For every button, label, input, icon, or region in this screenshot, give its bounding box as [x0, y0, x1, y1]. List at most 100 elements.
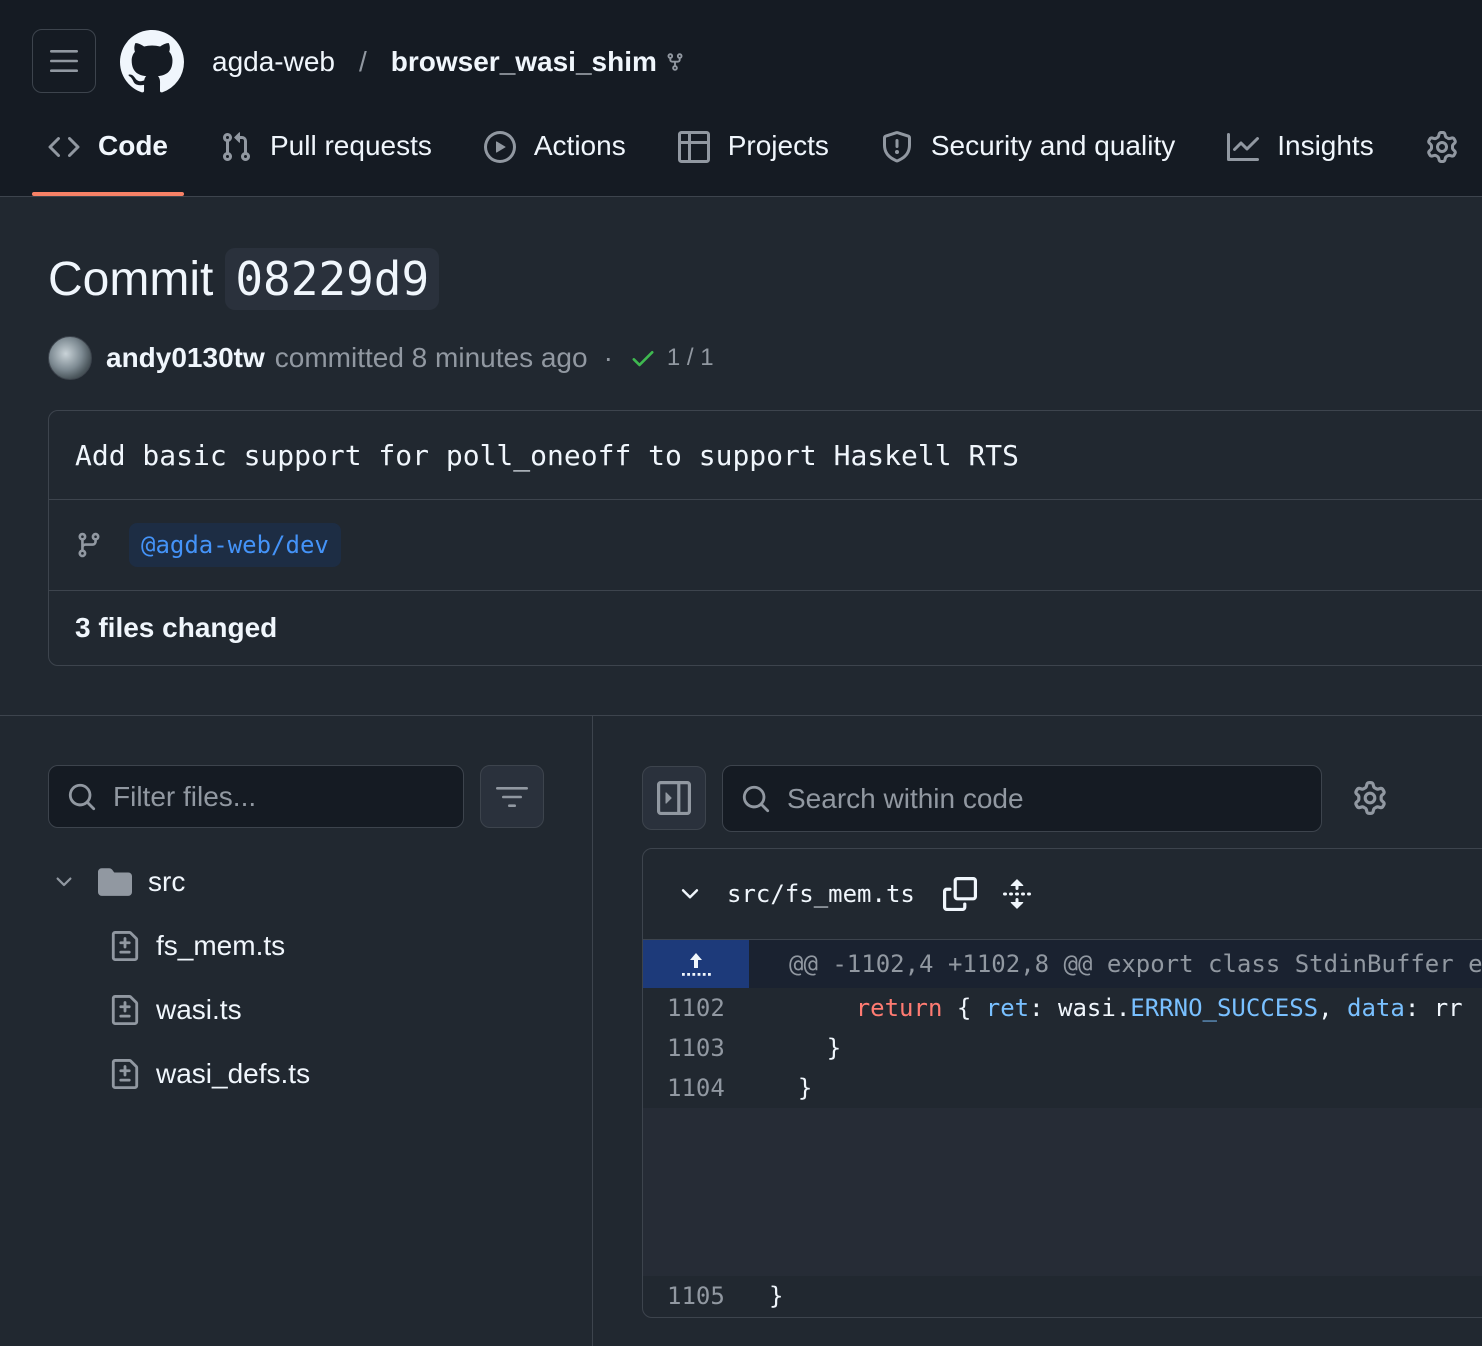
expand-up-icon — [682, 953, 711, 976]
branch-row: @agda-web/dev — [49, 500, 1482, 591]
code-property: ret — [985, 994, 1030, 1022]
filter-files-input[interactable] — [113, 780, 413, 813]
search-within-code-input[interactable] — [787, 782, 1287, 815]
code-icon — [48, 131, 80, 163]
chevron-down-icon[interactable] — [677, 881, 703, 907]
tab-pull-requests[interactable]: Pull requests — [204, 118, 448, 196]
sidebar-collapse-icon — [657, 781, 691, 815]
file-tree: src fs_mem.ts wasi.ts wasi_defs.ts — [48, 850, 310, 1106]
expand-up-button[interactable] — [643, 940, 749, 988]
table-icon — [677, 131, 710, 163]
commit-details-box: Add basic support for poll_oneoff to sup… — [48, 410, 1482, 666]
search-icon — [67, 782, 97, 812]
copy-icon[interactable] — [942, 877, 977, 911]
code-text: : rr — [1404, 994, 1463, 1022]
commit-message: Add basic support for poll_oneoff to sup… — [49, 411, 1482, 500]
tree-file-wasi-defs[interactable]: wasi_defs.ts — [48, 1042, 310, 1106]
page-title: Commit 08229d9 — [48, 248, 440, 310]
diff-hunk-header: @@ -1102,4 +1102,8 @@ export class Stdin… — [643, 940, 1482, 988]
tab-label: Actions — [533, 130, 626, 161]
author-link[interactable]: andy0130tw — [106, 342, 265, 374]
line-number[interactable]: 1102 — [643, 994, 749, 1022]
tab-actions[interactable]: Actions — [468, 118, 642, 196]
diff-file-path[interactable]: src/fs_mem.ts — [727, 880, 915, 908]
diff-line: 1102 return { ret: wasi.ERRNO_SUCCESS, d… — [643, 988, 1482, 1028]
file-name: wasi_defs.ts — [156, 1058, 311, 1089]
graph-icon — [1227, 131, 1260, 163]
tab-code[interactable]: Code — [32, 118, 184, 196]
folder-name: src — [148, 866, 186, 897]
breadcrumb: agda-web / browser_wasi_shim — [212, 40, 685, 84]
section-divider — [0, 715, 1482, 716]
file-diff: src/fs_mem.ts @@ -1102,4 +1102,8 @@ expo… — [642, 848, 1482, 1318]
filter-files-field[interactable] — [48, 765, 464, 828]
tab-settings[interactable] — [1410, 118, 1458, 196]
branch-link[interactable]: @agda-web/dev — [129, 523, 341, 567]
hamburger-menu-button[interactable] — [32, 29, 96, 93]
code-content: } — [769, 1074, 813, 1102]
tab-insights[interactable]: Insights — [1211, 118, 1390, 196]
repo-nav-tabs: Code Pull requests Actions Projects Secu… — [32, 118, 1458, 196]
diff-line: 1103 } — [643, 1028, 1482, 1068]
toggle-file-tree-button[interactable] — [642, 766, 706, 830]
repo-header: agda-web / browser_wasi_shim Code Pull r… — [0, 0, 1482, 197]
tab-label: Code — [98, 130, 168, 161]
git-pull-request-icon — [220, 131, 252, 163]
file-diff-icon — [110, 1058, 140, 1090]
tree-folder-src[interactable]: src — [48, 850, 310, 914]
repo-name-link[interactable]: browser_wasi_shim — [391, 46, 657, 78]
hamburger-icon — [50, 50, 78, 72]
line-number[interactable]: 1105 — [643, 1282, 749, 1310]
github-logo-icon[interactable] — [120, 30, 184, 94]
tab-security[interactable]: Security and quality — [865, 118, 1191, 196]
diff-file-header: src/fs_mem.ts — [643, 849, 1482, 940]
tree-file-wasi[interactable]: wasi.ts — [48, 978, 310, 1042]
code-property: data — [1347, 994, 1405, 1022]
breadcrumb-separator: / — [358, 46, 367, 77]
tab-projects[interactable]: Projects — [662, 118, 845, 196]
commit-title-prefix: Commit — [48, 252, 214, 306]
chevron-down-icon[interactable] — [52, 870, 76, 894]
search-within-code-field[interactable] — [722, 765, 1322, 832]
code-constant: ERRNO_SUCCESS — [1130, 994, 1319, 1022]
avatar[interactable] — [48, 336, 92, 380]
filter-icon — [496, 786, 528, 807]
code-content: } — [769, 1282, 784, 1310]
code-text: : wasi. — [1029, 994, 1131, 1022]
files-changed-count: 3 files changed — [75, 612, 278, 643]
code-keyword: return — [855, 994, 943, 1022]
line-number[interactable]: 1104 — [643, 1074, 749, 1102]
checks-status[interactable]: 1 / 1 — [667, 344, 714, 372]
code-content: return { ret: wasi.ERRNO_SUCCESS, data: … — [749, 994, 1463, 1022]
code-text: , — [1318, 994, 1348, 1022]
file-name: fs_mem.ts — [156, 930, 286, 961]
shield-icon — [881, 131, 913, 163]
gear-icon — [1354, 781, 1386, 815]
commit-meta: andy0130tw committed 8 minutes ago · 1 /… — [48, 336, 714, 380]
diff-line: 1104 } — [643, 1068, 1482, 1108]
meta-separator: · — [603, 342, 613, 373]
tab-label: Insights — [1277, 130, 1374, 161]
tree-file-fs-mem[interactable]: fs_mem.ts — [48, 914, 310, 978]
unfold-icon[interactable] — [1001, 877, 1033, 911]
repo-owner-link[interactable]: agda-web — [212, 46, 335, 78]
file-name: wasi.ts — [156, 994, 242, 1025]
code-text: { — [942, 994, 986, 1022]
tab-label: Security and quality — [930, 130, 1176, 161]
tab-label: Pull requests — [270, 130, 432, 161]
file-diff-icon — [110, 930, 140, 962]
repo-forked-icon — [665, 50, 685, 74]
check-icon[interactable] — [629, 344, 657, 372]
file-tree-divider[interactable] — [592, 716, 593, 1346]
committed-time: committed 8 minutes ago — [274, 342, 588, 373]
diff-loading-gap — [643, 1108, 1482, 1276]
gear-icon — [1426, 131, 1458, 163]
file-diff-icon — [110, 994, 140, 1026]
diff-line: 1105 } — [643, 1276, 1482, 1316]
filter-options-button[interactable] — [480, 765, 544, 828]
line-number[interactable]: 1103 — [643, 1034, 749, 1062]
play-icon — [483, 131, 516, 163]
diff-settings-button[interactable] — [1348, 776, 1392, 820]
folder-icon — [98, 867, 132, 897]
